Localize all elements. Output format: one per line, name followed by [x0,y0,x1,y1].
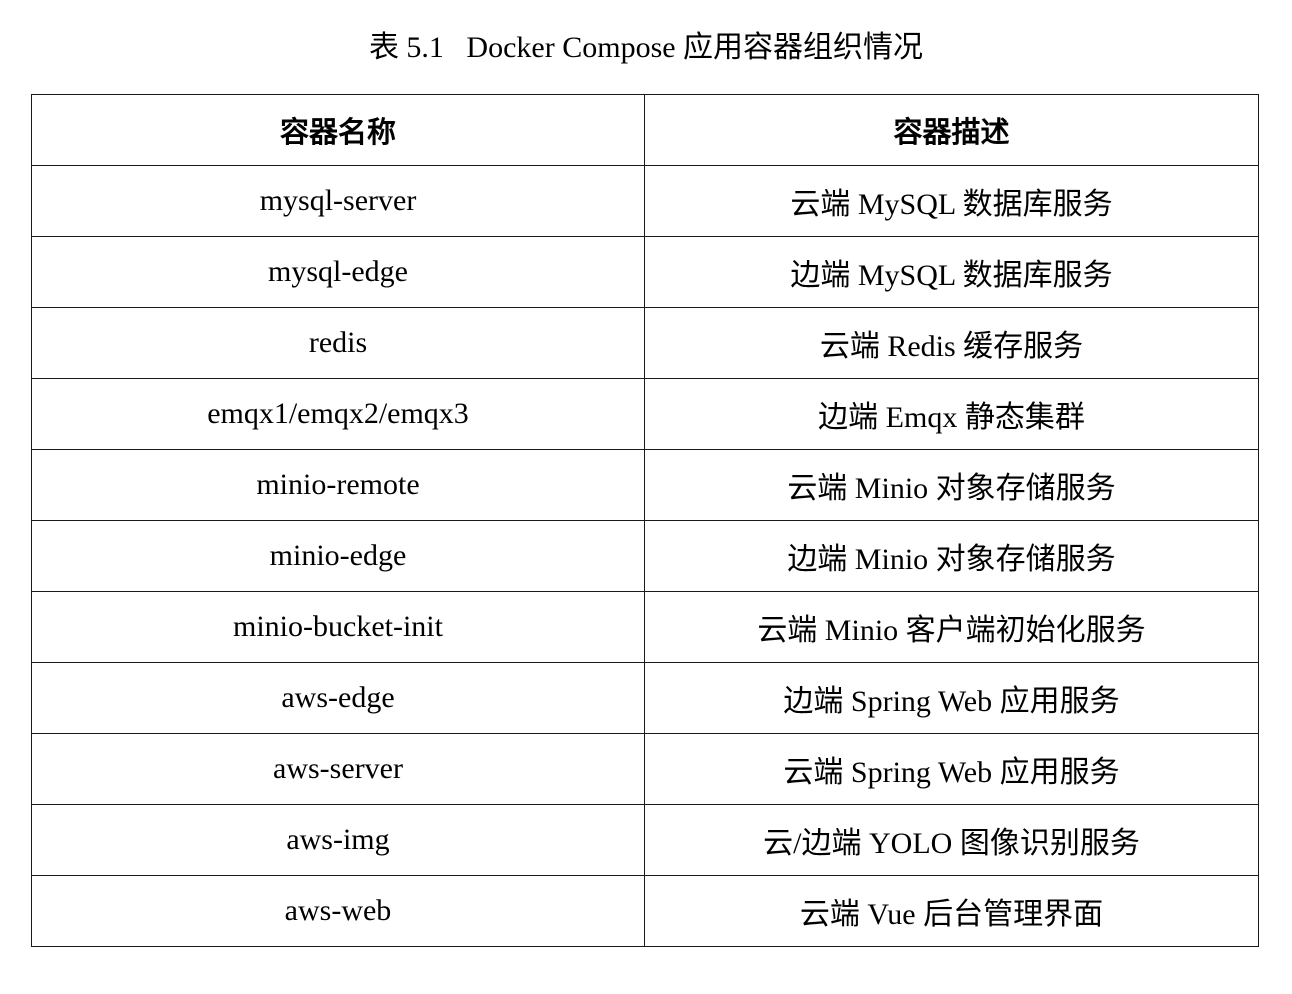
table-header-row: 容器名称 容器描述 [31,94,1259,166]
container-description-cell: 云端 Vue 后台管理界面 [644,875,1259,947]
container-description-cell: 云端 MySQL 数据库服务 [644,165,1259,237]
table-row: mysql-edge 边端 MySQL 数据库服务 [31,236,1259,308]
container-name-cell: minio-bucket-init [31,591,645,663]
container-description-cell: 边端 Emqx 静态集群 [644,378,1259,450]
header-container-name: 容器名称 [31,94,645,166]
container-name-cell: aws-edge [31,662,645,734]
table-row: emqx1/emqx2/emqx3 边端 Emqx 静态集群 [31,378,1259,450]
container-description-cell: 边端 MySQL 数据库服务 [644,236,1259,308]
table-row: aws-edge 边端 Spring Web 应用服务 [31,662,1259,734]
container-description-cell: 边端 Minio 对象存储服务 [644,520,1259,592]
container-name-cell: aws-img [31,804,645,876]
container-name-cell: minio-edge [31,520,645,592]
container-description-cell: 云/边端 YOLO 图像识别服务 [644,804,1259,876]
container-description-cell: 云端 Minio 对象存储服务 [644,449,1259,521]
container-name-cell: redis [31,307,645,379]
table-row: aws-img 云/边端 YOLO 图像识别服务 [31,804,1259,876]
container-name-cell: emqx1/emqx2/emqx3 [31,378,645,450]
container-name-cell: aws-web [31,875,645,947]
container-name-cell: aws-server [31,733,645,805]
container-name-cell: minio-remote [31,449,645,521]
table-row: mysql-server 云端 MySQL 数据库服务 [31,165,1259,237]
table-caption: 表 5.1 Docker Compose 应用容器组织情况 [368,31,924,64]
header-container-description: 容器描述 [644,94,1259,166]
container-description-cell: 云端 Redis 缓存服务 [644,307,1259,379]
table-row: aws-server 云端 Spring Web 应用服务 [31,733,1259,805]
container-description-cell: 云端 Spring Web 应用服务 [644,733,1259,805]
container-name-cell: mysql-edge [31,236,645,308]
table-row: aws-web 云端 Vue 后台管理界面 [31,875,1259,947]
table-row: redis 云端 Redis 缓存服务 [31,307,1259,379]
table-row: minio-remote 云端 Minio 对象存储服务 [31,449,1259,521]
table-row: minio-bucket-init 云端 Minio 客户端初始化服务 [31,591,1259,663]
container-description-cell: 边端 Spring Web 应用服务 [644,662,1259,734]
container-description-cell: 云端 Minio 客户端初始化服务 [644,591,1259,663]
container-name-cell: mysql-server [31,165,645,237]
container-table: 容器名称 容器描述 mysql-server 云端 MySQL 数据库服务 my… [31,94,1259,947]
table-row: minio-edge 边端 Minio 对象存储服务 [31,520,1259,592]
